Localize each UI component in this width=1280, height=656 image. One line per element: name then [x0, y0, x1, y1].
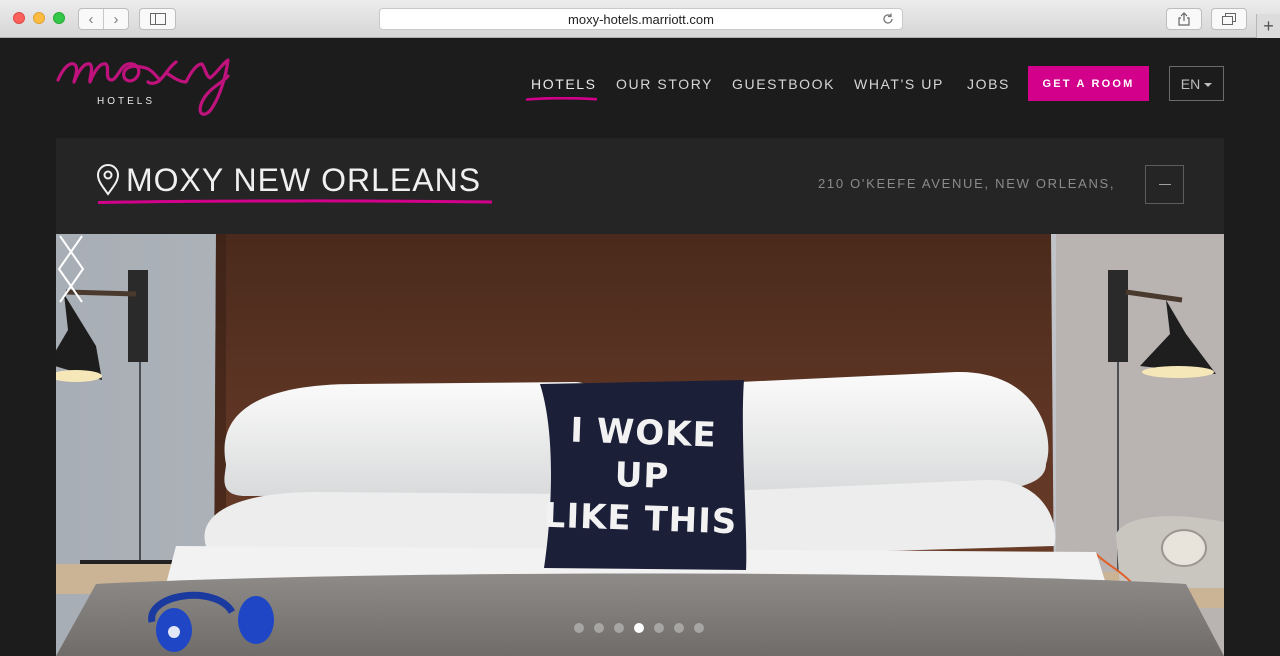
nav-hotels[interactable]: HOTELS: [531, 76, 597, 92]
share-icon: [1178, 12, 1190, 26]
slide-indicator: [574, 623, 704, 633]
close-window-button[interactable]: [13, 12, 25, 24]
slide-dot[interactable]: [694, 623, 704, 633]
share-button[interactable]: [1166, 8, 1202, 30]
sidebar-toggle-button[interactable]: [139, 8, 176, 30]
slide-dot[interactable]: [594, 623, 604, 633]
pillow-line: LIKE THIS: [543, 495, 738, 543]
pillow-slogan: I WOKE UP LIKE THIS: [540, 409, 744, 545]
hotel-address: 210 O'KEEFE AVENUE, NEW ORLEANS,: [818, 176, 1116, 191]
plus-icon: +: [1263, 15, 1274, 36]
reload-icon[interactable]: [881, 12, 895, 26]
minus-icon: [1158, 184, 1171, 185]
browser-toolbar: ‹ › moxy-hotels.marriott.com +: [0, 0, 1280, 38]
address-bar[interactable]: moxy-hotels.marriott.com: [379, 8, 903, 30]
nav-guestbook[interactable]: GUESTBOOK: [732, 76, 835, 92]
location-pin-icon: [96, 164, 120, 196]
hotel-name: MOXY NEW ORLEANS: [126, 162, 482, 198]
url-text: moxy-hotels.marriott.com: [568, 11, 714, 27]
slide-dot[interactable]: [574, 623, 584, 633]
next-slide-arrow-icon[interactable]: [56, 234, 86, 304]
new-tab-button[interactable]: +: [1256, 14, 1280, 38]
logo-subtitle: HOTELS: [96, 96, 155, 107]
page: HOTELS HOTELS OUR STORY GUESTBOOK WHAT'S…: [0, 38, 1280, 656]
caret-down-icon: [1204, 82, 1213, 87]
history-buttons: ‹ ›: [78, 8, 129, 30]
hotel-header: MOXY NEW ORLEANS 210 O'KEEFE AVENUE, NEW…: [56, 138, 1224, 234]
hero-slideshow[interactable]: I WOKE UP LIKE THIS: [56, 234, 1224, 656]
slide-dot[interactable]: [634, 623, 644, 633]
get-a-room-button[interactable]: GET A ROOM: [1028, 66, 1149, 101]
minimize-window-button[interactable]: [33, 12, 45, 24]
language-label: EN: [1180, 75, 1201, 92]
tabs-icon: [1222, 13, 1236, 25]
language-selector[interactable]: EN: [1169, 66, 1224, 101]
forward-icon[interactable]: ›: [104, 9, 128, 29]
nav-whats-up[interactable]: WHAT'S UP: [854, 76, 944, 92]
collapse-button[interactable]: [1145, 165, 1184, 204]
sidebar-icon: [149, 13, 166, 25]
zoom-window-button[interactable]: [53, 12, 65, 24]
active-nav-underline: [526, 97, 597, 101]
nav-jobs[interactable]: JOBS: [967, 76, 1010, 92]
show-tabs-button[interactable]: [1211, 8, 1247, 30]
moxy-logo[interactable]: [56, 52, 231, 122]
hotel-name-underline: [98, 199, 492, 204]
back-icon[interactable]: ‹: [79, 9, 104, 29]
pillow-line: I WOKE: [569, 410, 718, 456]
slide-dot[interactable]: [674, 623, 684, 633]
pillow-line: UP: [614, 455, 670, 497]
slide-dot[interactable]: [614, 623, 624, 633]
slide-dot[interactable]: [654, 623, 664, 633]
nav-our-story[interactable]: OUR STORY: [616, 76, 713, 92]
